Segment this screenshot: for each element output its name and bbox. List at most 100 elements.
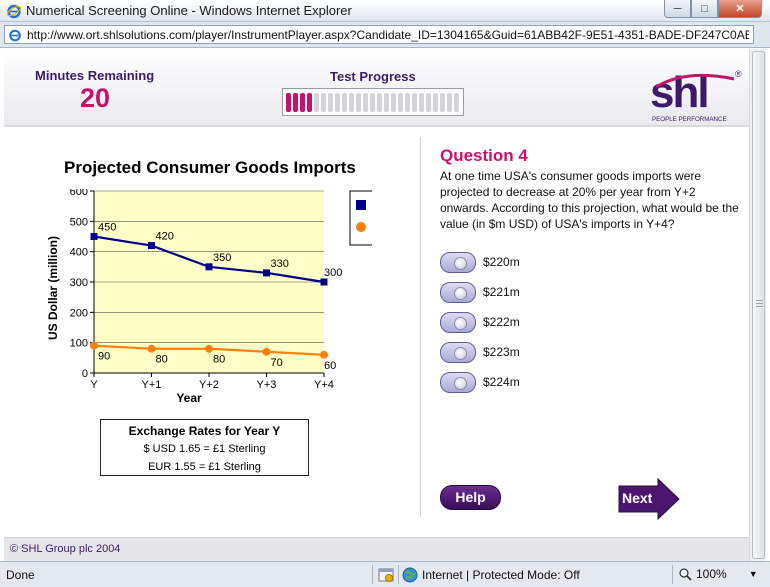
answer-option[interactable]: $221m xyxy=(440,281,600,303)
answer-option[interactable]: $223m xyxy=(440,341,600,363)
svg-text:®: ® xyxy=(735,69,742,79)
progress-segment-complete xyxy=(300,93,305,112)
ie-logo-icon xyxy=(6,4,22,19)
status-divider xyxy=(398,565,399,584)
minimize-icon[interactable]: ─ xyxy=(664,0,691,18)
y-tick-label: 0 xyxy=(82,368,88,380)
progress-segment xyxy=(356,93,361,112)
next-button[interactable]: Next xyxy=(618,477,680,521)
question-title: Question 4 xyxy=(440,146,528,165)
window-titlebar: Numerical Screening Online - Windows Int… xyxy=(0,0,770,22)
progress-segment xyxy=(349,93,354,112)
next-label: Next xyxy=(622,490,653,506)
answer-label: $221m xyxy=(483,285,520,299)
progress-segment xyxy=(419,93,424,112)
y-tick-label: 500 xyxy=(70,216,88,228)
page-footer: © SHL Group plc 2004 xyxy=(4,537,749,561)
progress-segment xyxy=(447,93,452,112)
chevron-down-icon[interactable]: ▼ xyxy=(749,569,758,579)
security-zone[interactable]: Internet | Protected Mode: Off xyxy=(402,567,580,583)
data-label-usa: 350 xyxy=(213,252,231,264)
radio-button[interactable] xyxy=(440,341,476,363)
progress-segment xyxy=(454,93,459,112)
radio-button[interactable] xyxy=(440,251,476,273)
radio-button[interactable] xyxy=(440,281,476,303)
x-tick-label: Y xyxy=(90,379,98,391)
answer-label: $222m xyxy=(483,315,520,329)
data-point-uk xyxy=(262,347,271,356)
status-bar: Done Internet | Protected Mode: Off 100%… xyxy=(0,561,770,587)
data-point-uk xyxy=(320,350,328,359)
close-icon[interactable]: ✕ xyxy=(718,0,762,18)
progress-segment xyxy=(412,93,417,112)
answer-option[interactable]: $222m xyxy=(440,311,600,333)
status-divider xyxy=(672,565,673,584)
x-axis-label: Year xyxy=(176,391,202,405)
test-progress-label: Test Progress xyxy=(330,69,416,84)
legend-box xyxy=(349,190,372,246)
progress-segment xyxy=(377,93,382,112)
y-tick-label: 600 xyxy=(70,189,88,198)
progress-segment xyxy=(398,93,403,112)
vertical-scrollbar[interactable] xyxy=(749,49,766,561)
progress-segment xyxy=(328,93,333,112)
progress-segment xyxy=(433,93,438,112)
y-tick-label: 300 xyxy=(70,277,88,289)
y-tick-label: 400 xyxy=(70,247,88,259)
imports-line-chart: 0 100 200 300 400 500 600 Y Y+1 Y+2 Y+3 Y+4 Year US D… xyxy=(46,189,372,405)
data-label-uk: 80 xyxy=(213,354,225,366)
y-axis-label: US Dollar (million) xyxy=(46,236,60,340)
radio-button[interactable] xyxy=(440,311,476,333)
y-tick-label: 200 xyxy=(70,307,88,319)
x-tick-label: Y+4 xyxy=(314,379,334,391)
data-point-usa xyxy=(320,278,328,286)
question-text: At one time USA's consumer goods imports… xyxy=(440,169,739,231)
help-button[interactable]: Help xyxy=(440,485,501,510)
legend-marker-uk xyxy=(356,222,366,232)
answer-label: $220m xyxy=(483,255,520,269)
page-header: Minutes Remaining 20 Test Progress shl ®… xyxy=(4,49,749,127)
window-title: Numerical Screening Online - Windows Int… xyxy=(26,3,352,18)
progress-segment xyxy=(321,93,326,112)
zoom-icon xyxy=(679,568,692,581)
x-tick-label: Y+2 xyxy=(199,379,219,391)
data-point-uk xyxy=(90,341,98,350)
url-field[interactable]: http://www.ort.shlsolutions.com/player/I… xyxy=(4,25,754,44)
data-point-usa xyxy=(148,242,155,250)
progress-segment xyxy=(384,93,389,112)
progress-segment xyxy=(314,93,319,112)
data-label-usa: 300 xyxy=(324,267,342,279)
chart-title: Projected Consumer Goods Imports xyxy=(64,158,356,177)
data-label-uk: 90 xyxy=(98,351,110,363)
ie-page-icon xyxy=(9,29,21,42)
progress-segment xyxy=(370,93,375,112)
zoom-level: 100% xyxy=(696,567,727,581)
popup-blocker-icon[interactable] xyxy=(378,567,394,583)
data-point-usa xyxy=(263,269,270,277)
question-content: Projected Consumer Goods Imports 0 100 200… xyxy=(4,129,749,541)
exchange-rate-usd: $ USD 1.65 = £1 Sterling xyxy=(143,443,266,455)
maximize-icon[interactable]: □ xyxy=(691,0,718,18)
data-point-uk xyxy=(147,344,156,353)
test-page: Minutes Remaining 20 Test Progress shl ®… xyxy=(4,49,749,561)
globe-icon xyxy=(402,567,418,583)
progress-segment xyxy=(391,93,396,112)
exchange-rate-eur: EUR 1.55 = £1 Sterling xyxy=(148,461,261,473)
data-label-uk: 60 xyxy=(324,360,336,372)
svg-text:PEOPLE PERFORMANCE: PEOPLE PERFORMANCE xyxy=(652,116,727,123)
data-point-usa xyxy=(205,263,213,271)
answer-label: $224m xyxy=(483,375,520,389)
shl-logo: shl ® PEOPLE PERFORMANCE xyxy=(650,68,742,123)
scrollbar-thumb[interactable] xyxy=(752,51,765,559)
progress-segment xyxy=(342,93,347,112)
data-label-usa: 450 xyxy=(98,222,116,234)
zoom-control[interactable]: 100% ▼ xyxy=(678,567,758,581)
data-point-uk xyxy=(205,344,213,353)
copyright-text: © SHL Group plc 2004 xyxy=(10,543,121,555)
progress-segment-complete xyxy=(307,93,312,112)
answer-option[interactable]: $220m xyxy=(440,251,600,273)
progress-segment-complete xyxy=(293,93,298,112)
data-point-usa xyxy=(90,233,98,240)
radio-button[interactable] xyxy=(440,371,476,393)
answer-option[interactable]: $224m xyxy=(440,371,600,393)
